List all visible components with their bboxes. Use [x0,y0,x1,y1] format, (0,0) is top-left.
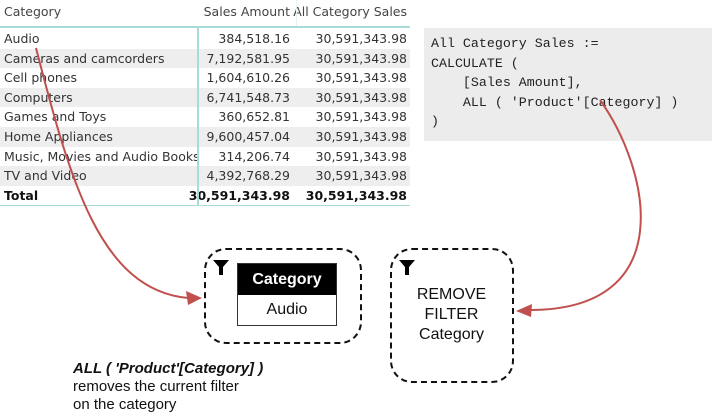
arrowhead-icon [516,304,532,317]
arrow-code-to-remove [529,99,642,311]
arrows-layer [35,47,642,317]
arrow-audio-to-filter [35,47,189,299]
arrowhead-icon [186,291,202,305]
